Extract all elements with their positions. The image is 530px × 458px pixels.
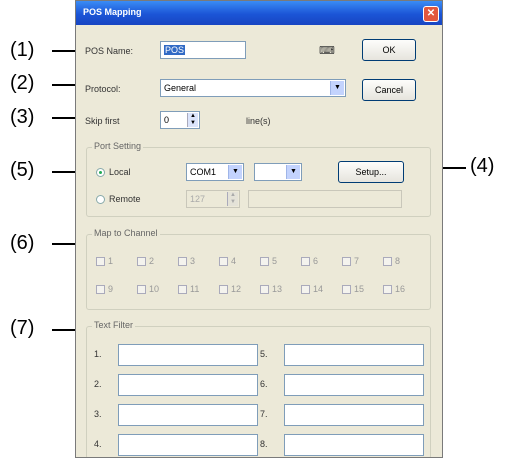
text-filter-title: Text Filter xyxy=(92,320,136,330)
protocol-value: General xyxy=(164,83,197,93)
channel-checkbox[interactable] xyxy=(178,285,187,294)
com-port-value: COM1 xyxy=(190,167,217,177)
callout-5: (5) xyxy=(10,159,35,181)
channel-checkbox[interactable] xyxy=(301,257,310,266)
channel-checkbox[interactable] xyxy=(219,257,228,266)
channel-label: 13 xyxy=(272,284,283,294)
channel-checkbox[interactable] xyxy=(96,285,105,294)
port-setting-title: Port Setting xyxy=(92,141,144,151)
channel-label: 2 xyxy=(149,256,155,266)
filter-input[interactable] xyxy=(284,404,424,426)
channel-label: 8 xyxy=(395,256,401,266)
title-bar[interactable]: POS Mapping ✕ xyxy=(76,1,442,25)
skip-lines-stepper[interactable]: 0 ▲ ▼ xyxy=(160,111,200,129)
channel-label: 1 xyxy=(108,256,114,266)
pos-name-value: POS xyxy=(164,45,186,55)
filter-label: 6. xyxy=(260,379,268,389)
channel-label: 7 xyxy=(354,256,360,266)
ok-button[interactable]: OK xyxy=(362,39,416,61)
cancel-button[interactable]: Cancel xyxy=(362,79,416,101)
filter-label: 1. xyxy=(94,349,102,359)
channel-label: 10 xyxy=(149,284,160,294)
channel-label: 4 xyxy=(231,256,237,266)
spin-arrows-icon[interactable]: ▲ ▼ xyxy=(187,113,198,127)
chevron-down-icon: ▼ xyxy=(330,81,344,95)
filter-label: 3. xyxy=(94,409,102,419)
channel-checkbox[interactable] xyxy=(342,257,351,266)
channel-checkbox[interactable] xyxy=(301,285,310,294)
filter-input[interactable] xyxy=(118,434,258,456)
filter-label: 8. xyxy=(260,439,268,449)
channel-checkbox[interactable] xyxy=(137,257,146,266)
chevron-down-icon: ▼ xyxy=(228,165,242,179)
protocol-label: Protocol: xyxy=(85,84,121,94)
callout-2: (2) xyxy=(10,72,35,94)
channel-checkbox[interactable] xyxy=(383,257,392,266)
filter-label: 4. xyxy=(94,439,102,449)
remote-radio[interactable] xyxy=(96,195,105,204)
channel-label: 5 xyxy=(272,256,278,266)
chevron-down-icon: ▼ xyxy=(286,165,300,179)
channel-checkbox[interactable] xyxy=(137,285,146,294)
map-to-channel-title: Map to Channel xyxy=(92,228,160,238)
filter-input[interactable] xyxy=(284,344,424,366)
remote-port-value: 127 xyxy=(190,194,206,204)
channel-label: 15 xyxy=(354,284,365,294)
pos-name-label: POS Name: xyxy=(85,46,134,56)
channel-label: 11 xyxy=(190,284,200,294)
remote-label: Remote xyxy=(109,194,141,204)
channel-checkbox[interactable] xyxy=(219,285,228,294)
callout-7: (7) xyxy=(10,317,35,339)
baud-select[interactable]: ▼ xyxy=(254,163,302,181)
close-button[interactable]: ✕ xyxy=(423,6,439,22)
remote-ip-field xyxy=(248,190,402,208)
channel-label: 12 xyxy=(231,284,242,294)
map-to-channel-group xyxy=(86,234,431,310)
channel-label: 14 xyxy=(313,284,324,294)
remote-port-stepper: 127 ▲ ▼ xyxy=(186,190,240,208)
pos-mapping-dialog: POS Mapping ✕ POS Name: POS ⌨ OK Protoco… xyxy=(75,0,443,458)
channel-label: 16 xyxy=(395,284,406,294)
filter-input[interactable] xyxy=(118,404,258,426)
filter-input[interactable] xyxy=(118,374,258,396)
channel-checkbox[interactable] xyxy=(342,285,351,294)
spin-arrows-icon: ▲ ▼ xyxy=(227,192,238,206)
channel-label: 6 xyxy=(313,256,319,266)
local-radio[interactable] xyxy=(96,168,105,177)
filter-label: 7. xyxy=(260,409,268,419)
protocol-select[interactable]: General ▼ xyxy=(160,79,346,97)
channel-checkbox[interactable] xyxy=(260,285,269,294)
callout-4: (4) xyxy=(470,155,495,177)
channel-checkbox[interactable] xyxy=(96,257,105,266)
channel-label: 9 xyxy=(108,284,114,294)
filter-input[interactable] xyxy=(118,344,258,366)
skip-lines-value: 0 xyxy=(164,115,170,125)
filter-label: 2. xyxy=(94,379,102,389)
filter-input[interactable] xyxy=(284,434,424,456)
callout-3: (3) xyxy=(10,106,35,128)
pos-name-input[interactable]: POS xyxy=(160,41,246,59)
channel-checkbox[interactable] xyxy=(178,257,187,266)
setup-button[interactable]: Setup... xyxy=(338,161,404,183)
filter-label: 5. xyxy=(260,349,268,359)
callout-6: (6) xyxy=(10,232,35,254)
callout-1: (1) xyxy=(10,39,35,61)
channel-checkbox[interactable] xyxy=(383,285,392,294)
dialog-title: POS Mapping xyxy=(83,7,142,17)
local-label: Local xyxy=(109,167,131,177)
skip-unit-label: line(s) xyxy=(246,116,271,126)
keyboard-icon[interactable]: ⌨ xyxy=(318,43,336,59)
filter-input[interactable] xyxy=(284,374,424,396)
skip-first-label: Skip first xyxy=(85,116,120,126)
channel-label: 3 xyxy=(190,256,196,266)
channel-checkbox[interactable] xyxy=(260,257,269,266)
com-port-select[interactable]: COM1 ▼ xyxy=(186,163,244,181)
